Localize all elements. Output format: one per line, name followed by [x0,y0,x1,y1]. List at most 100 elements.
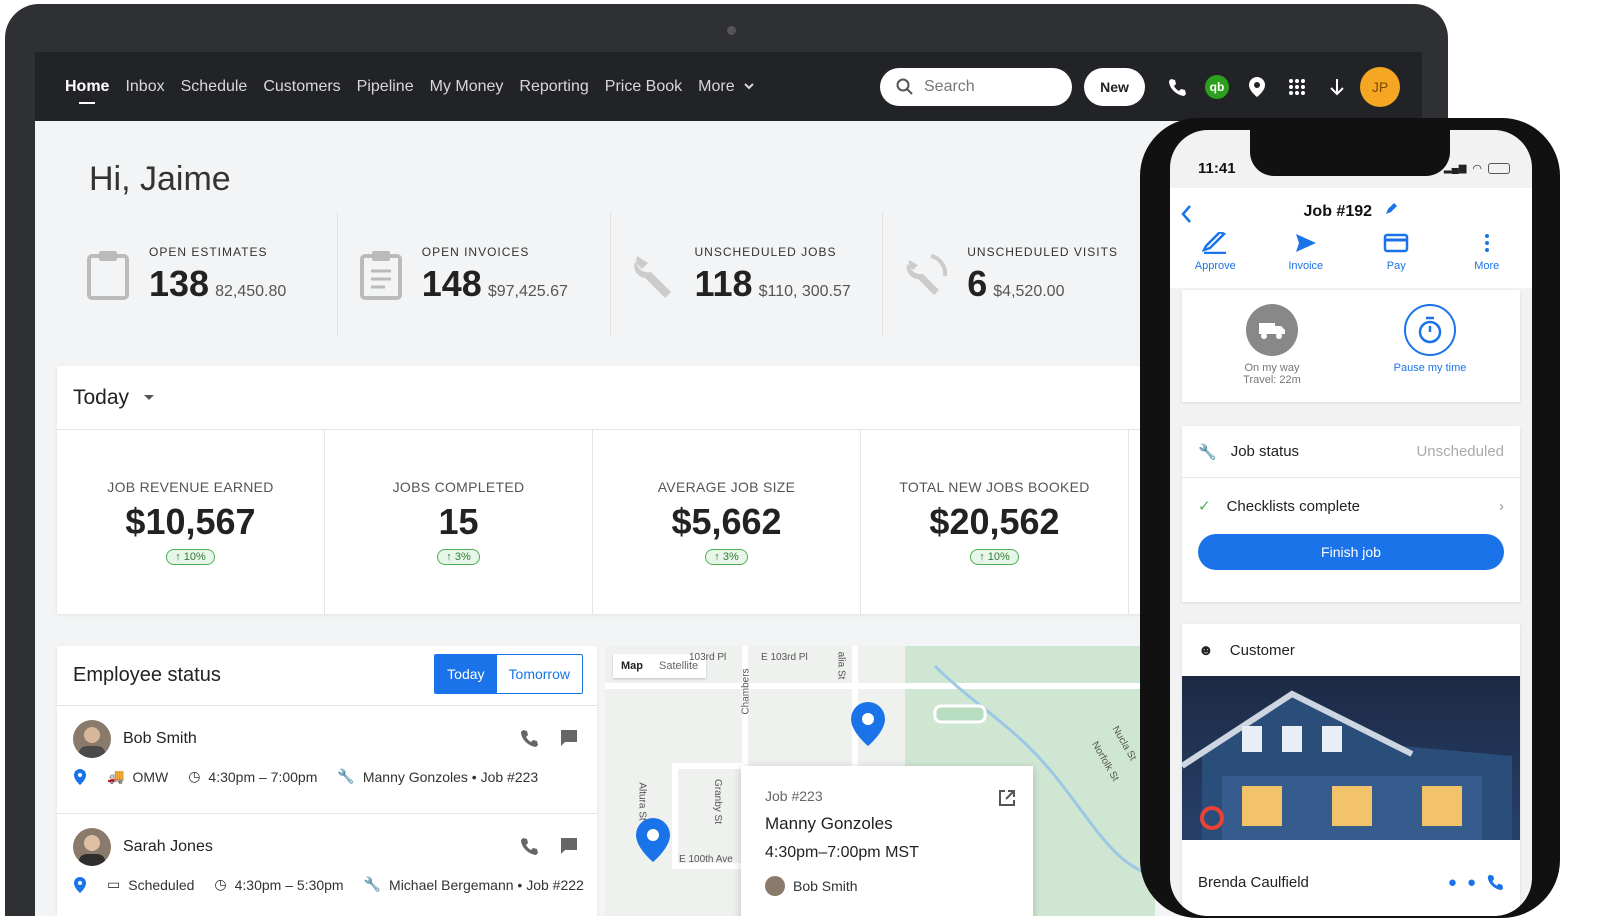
metric-label: JOBS COMPLETED [393,479,525,495]
today-dropdown[interactable]: Today [57,366,1167,430]
phone-clock: 11:41 [1198,160,1236,177]
job-popup[interactable]: Job #223 Manny Gonzoles 4:30pm–7:00pm MS… [741,766,1033,916]
stat-open-estimates[interactable]: OPEN ESTIMATES 13882,450.80 [65,212,338,337]
pay-button[interactable]: Pay [1356,232,1436,272]
wrench-icon: 🔧 [1198,443,1217,461]
nav-my-money[interactable]: My Money [430,78,504,96]
chevron-right-icon: › [1499,498,1504,515]
phone-screen: 11:41 ▂▄▆ ◠ Job #192 Approve Invoice Pay [1170,130,1532,916]
more-label: More [1474,260,1499,272]
more-vertical-icon [1484,232,1490,254]
download-arrow-icon[interactable] [1325,75,1349,99]
clock-icon: ◷ [188,768,200,785]
nav-reporting[interactable]: Reporting [519,78,588,96]
today-metrics-card: Today JOB REVENUE EARNED $10,567 ↑ 10% J… [57,366,1167,614]
chat-icon[interactable]: ● [1467,874,1476,891]
quickbooks-icon[interactable]: qb [1205,75,1229,99]
change-value: 10% [184,551,206,563]
new-button[interactable]: New [1084,68,1145,106]
avatar [73,828,111,866]
employee-time: 4:30pm – 5:30pm [235,877,344,893]
location-pin-icon[interactable] [1245,75,1269,99]
employee-status: OMW [132,769,168,785]
map-pin-icon[interactable] [848,700,888,748]
wrench-icon [629,247,679,303]
stat-count: 118 [695,263,753,304]
tab-tomorrow[interactable]: Tomorrow [497,655,582,693]
job-title-wrap: Job #192 [1170,202,1532,221]
chat-icon[interactable] [559,728,579,748]
customer-name: Brenda Caulfield [1198,874,1309,891]
quickbooks-label: qb [1210,80,1225,94]
search-icon [896,78,914,96]
pause-label: Pause my time [1394,362,1467,374]
stat-unscheduled-visits[interactable]: UNSCHEDULED VISITS 6$4,520.00 [883,212,1155,337]
finish-job-button[interactable]: Finish job [1198,534,1504,570]
employee-row[interactable]: Sarah Jones ▭ Scheduled ◷ 4:30pm – 5:30p… [57,814,597,916]
battery-icon [1488,163,1510,174]
change-value: 10% [988,551,1010,563]
employee-time: 4:30pm – 7:00pm [208,769,317,785]
invoice-label: Invoice [1288,260,1323,272]
wrench-icon: 🔧 [364,876,381,893]
approve-button[interactable]: Approve [1175,232,1255,272]
phone-icon[interactable] [1486,873,1504,891]
phone-icon[interactable] [519,728,539,748]
tab-today[interactable]: Today [435,655,496,693]
stat-open-invoices[interactable]: OPEN INVOICES 148$97,425.67 [338,212,611,337]
employee-job: Michael Bergemann • Job #222 [389,877,584,893]
search-input[interactable]: Search [880,68,1072,106]
tab-map[interactable]: Map [613,654,651,678]
stat-amount: $97,425.67 [488,283,568,300]
edit-pencil-icon[interactable] [1384,202,1398,216]
employee-actions [519,728,579,748]
nav-more[interactable]: More [698,78,755,96]
change-value: 3% [723,551,739,563]
employee-actions [519,836,579,856]
stat-amount: 82,450.80 [215,283,286,300]
chat-icon[interactable] [559,836,579,856]
more-button[interactable]: More [1447,232,1527,272]
nav-inbox[interactable]: Inbox [125,78,164,96]
nav-pipeline[interactable]: Pipeline [357,78,414,96]
avatar [73,720,111,758]
map-view[interactable]: Map Satellite 103rd Pl E 103rd Pl Chambe… [605,646,1155,916]
arrow-up-icon: ↑ [979,551,988,563]
message-icon[interactable]: ● [1448,874,1457,891]
apps-grid-icon[interactable] [1285,75,1309,99]
employee-status-header: Employee status Today Tomorrow [57,646,597,706]
nav-price-book[interactable]: Price Book [605,78,682,96]
send-icon [1294,232,1318,254]
checklists-row[interactable]: ✓ Checklists complete › [1182,478,1520,534]
summary-stats: OPEN ESTIMATES 13882,450.80 OPEN INVOICE… [65,212,1155,337]
stat-amount: $4,520.00 [993,283,1064,300]
stat-unscheduled-jobs[interactable]: UNSCHEDULED JOBS 118$110, 300.57 [611,212,884,337]
user-avatar[interactable]: JP [1360,67,1400,107]
location-pin-icon [73,877,87,893]
employee-row[interactable]: Bob Smith 🚚 OMW ◷ 4:30pm – 7:00pm 🔧 Mann… [57,706,597,814]
pause-time-button[interactable]: Pause my time [1378,304,1482,374]
phone-notch [1250,128,1450,176]
phone-icon[interactable] [1165,75,1189,99]
street-label: Altura St [637,782,648,820]
checklists-label: Checklists complete [1227,498,1360,515]
nav-home[interactable]: Home [65,78,109,96]
on-my-way-button[interactable]: On my way Travel: 22m [1220,304,1324,386]
customer-label: Customer [1230,642,1295,659]
popup-time: 4:30pm–7:00pm MST [765,844,1009,862]
open-external-icon[interactable] [997,788,1017,808]
metric-label: AVERAGE JOB SIZE [658,479,796,495]
stat-count: 148 [422,263,482,304]
phone-icon[interactable] [519,836,539,856]
today-title: Today [73,386,129,410]
customer-row[interactable]: Brenda Caulfield ● ● [1182,852,1520,912]
nav-schedule[interactable]: Schedule [181,78,248,96]
clock-icon: ◷ [214,876,226,893]
metric-label: JOB REVENUE EARNED [107,479,273,495]
invoice-button[interactable]: Invoice [1266,232,1346,272]
change-badge: ↑ 3% [437,549,479,565]
job-status-row: 🔧 Job status Unscheduled [1182,426,1520,478]
finish-wrap: Finish job [1182,534,1520,570]
nav-customers[interactable]: Customers [263,78,340,96]
map-pin-icon[interactable] [633,816,673,864]
